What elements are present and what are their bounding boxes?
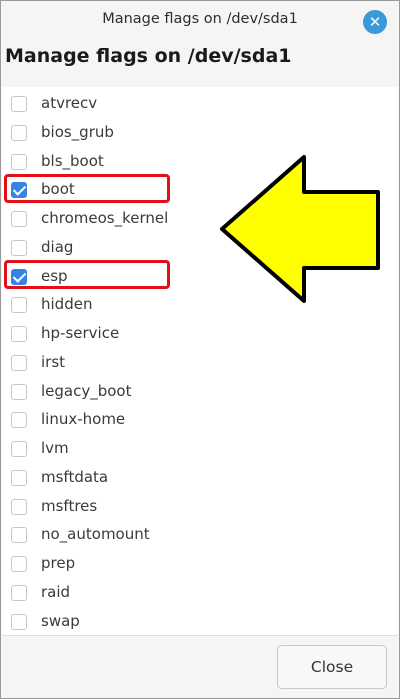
arrow-left-icon — [220, 155, 380, 303]
annotation-arrow — [220, 155, 380, 303]
